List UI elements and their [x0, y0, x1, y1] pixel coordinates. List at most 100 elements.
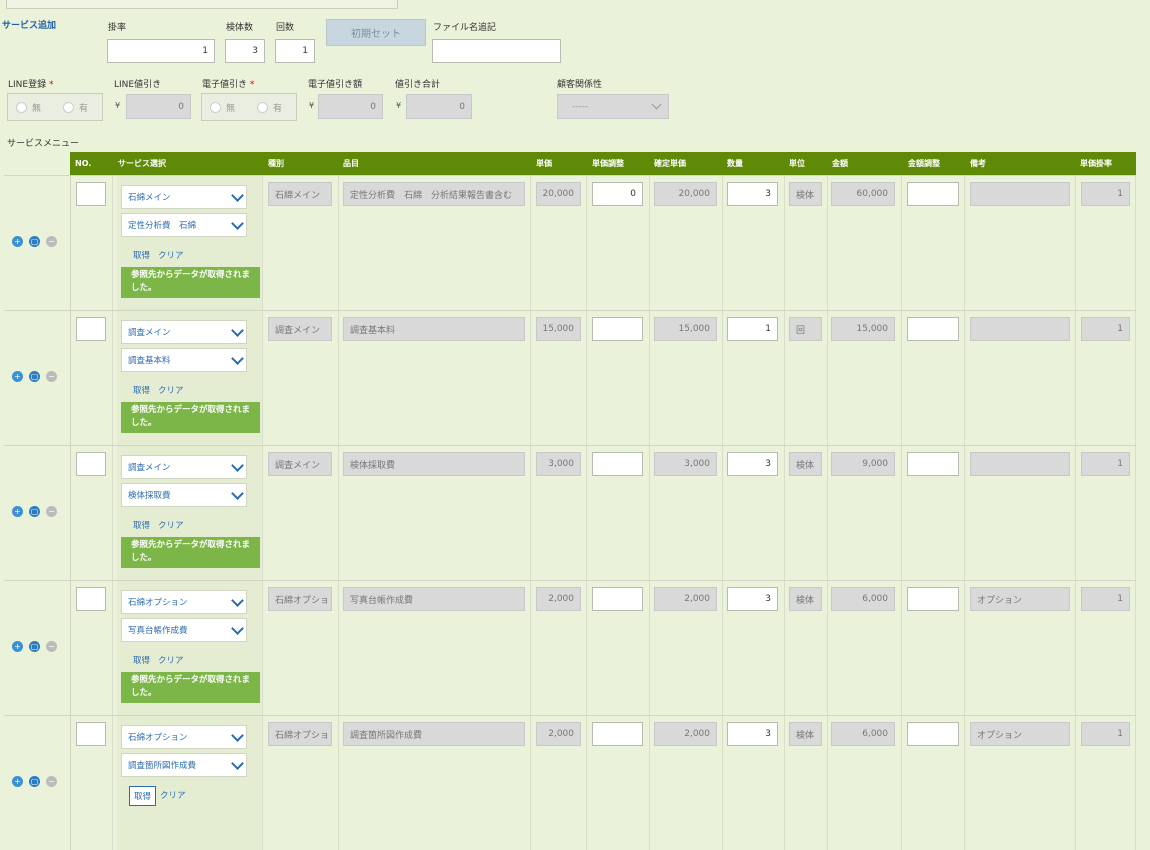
amount-adjust-input[interactable]	[907, 317, 959, 341]
service-category-select[interactable]: 調査メイン	[121, 320, 247, 344]
service-select-panel: 石綿オプション 写真台帳作成費 取得 クリア 参照先からデータが取得されました。	[117, 581, 262, 715]
row-no-input[interactable]	[76, 587, 106, 611]
kind-field: 石綿オプショ	[268, 587, 332, 611]
unit-field: 検体	[789, 722, 822, 746]
fetch-message: 参照先からデータが取得されました。	[121, 267, 260, 298]
remove-row-icon[interactable]: −	[46, 506, 57, 517]
e-amount-label: 電子値引き額	[308, 80, 363, 90]
qty-input[interactable]: 3	[727, 452, 778, 476]
get-link[interactable]: 取得	[129, 246, 154, 264]
rate-field: 1	[1081, 587, 1130, 611]
item-field: 検体採取費	[343, 452, 525, 476]
copy-row-icon[interactable]: ▢	[29, 641, 40, 652]
row-no-input[interactable]	[76, 722, 106, 746]
price-adjust-input[interactable]: 0	[592, 182, 643, 206]
remove-row-icon[interactable]: −	[46, 236, 57, 247]
init-set-button[interactable]: 初期セット	[326, 19, 426, 46]
times-input[interactable]: 1	[275, 39, 315, 63]
filename-input[interactable]	[432, 39, 561, 63]
row-controls: + ▢ −	[4, 176, 71, 310]
service-actions: 取得 クリア	[129, 516, 188, 534]
add-row-icon[interactable]: +	[12, 371, 23, 382]
get-link[interactable]: 取得	[129, 651, 154, 669]
unit-field: 検体	[789, 587, 822, 611]
service-category-select[interactable]: 石綿メイン	[121, 185, 247, 209]
chevron-down-icon	[231, 621, 244, 635]
clear-link[interactable]: クリア	[154, 381, 188, 399]
amount-adjust-input[interactable]	[907, 587, 959, 611]
final-price-field: 20,000	[654, 182, 717, 206]
service-item-select[interactable]: 検体採取費	[121, 483, 247, 507]
clear-link[interactable]: クリア	[154, 651, 188, 669]
remove-row-icon[interactable]: −	[46, 641, 57, 652]
service-category-select[interactable]: 調査メイン	[121, 455, 247, 479]
add-row-icon[interactable]: +	[12, 641, 23, 652]
samples-label: 検体数	[226, 23, 254, 33]
price-adjust-input[interactable]	[592, 452, 643, 476]
add-row-icon[interactable]: +	[12, 236, 23, 247]
e-radio-group: 無 有	[201, 93, 297, 121]
clear-link[interactable]: クリア	[154, 516, 188, 534]
qty-input[interactable]: 1	[727, 317, 778, 341]
amount-adjust-input[interactable]	[907, 722, 959, 746]
amount-adjust-input[interactable]	[907, 452, 959, 476]
price-adjust-input[interactable]	[592, 587, 643, 611]
amount-field: 6,000	[831, 722, 895, 746]
service-actions: 取得 クリア	[129, 786, 190, 806]
line-radio-none[interactable]: 無	[16, 101, 41, 114]
samples-input[interactable]: 3	[225, 39, 265, 63]
copy-row-icon[interactable]: ▢	[29, 506, 40, 517]
line-radio-yes[interactable]: 有	[63, 101, 88, 114]
rate-input[interactable]: 1	[107, 39, 215, 63]
service-menu-title: サービスメニュー	[7, 139, 80, 149]
e-radio-none[interactable]: 無	[210, 101, 235, 114]
col-service: サービス選択	[118, 159, 166, 168]
col-unit-price: 単価	[536, 159, 552, 168]
copy-row-icon[interactable]: ▢	[29, 236, 40, 247]
service-item-select[interactable]: 定性分析費 石綿	[121, 213, 247, 237]
service-item-select[interactable]: 調査基本料	[121, 348, 247, 372]
customer-select[interactable]: -----	[557, 94, 669, 119]
service-select-panel: 石綿オプション 調査箇所図作成費 取得 クリア	[117, 716, 262, 850]
price-adjust-input[interactable]	[592, 317, 643, 341]
table-row: + ▢ − 石綿オプション 写真台帳作成費 取得 クリア 参照先からデータが取得…	[4, 580, 1136, 715]
chevron-down-icon	[231, 188, 244, 202]
service-category-select[interactable]: 石綿オプション	[121, 725, 247, 749]
add-row-icon[interactable]: +	[12, 506, 23, 517]
kind-field: 石綿オプショ	[268, 722, 332, 746]
kind-field: 調査メイン	[268, 452, 332, 476]
remove-row-icon[interactable]: −	[46, 776, 57, 787]
add-row-icon[interactable]: +	[12, 776, 23, 787]
chevron-down-icon	[231, 486, 244, 500]
e-radio-yes[interactable]: 有	[257, 101, 282, 114]
qty-input[interactable]: 3	[727, 722, 778, 746]
item-field: 写真台帳作成費	[343, 587, 525, 611]
service-add-label: サービス追加	[2, 21, 57, 31]
clear-link[interactable]: クリア	[154, 246, 188, 264]
row-no-input[interactable]	[76, 317, 106, 341]
row-no-input[interactable]	[76, 182, 106, 206]
row-controls: + ▢ −	[4, 716, 71, 850]
filename-label: ファイル名追記	[433, 23, 497, 33]
copy-row-icon[interactable]: ▢	[29, 371, 40, 382]
copy-row-icon[interactable]: ▢	[29, 776, 40, 787]
row-no-input[interactable]	[76, 452, 106, 476]
col-rate: 単価掛率	[1080, 159, 1112, 168]
service-item-select[interactable]: 写真台帳作成費	[121, 618, 247, 642]
price-adjust-input[interactable]	[592, 722, 643, 746]
remove-row-icon[interactable]: −	[46, 371, 57, 382]
e-yen: ¥	[309, 101, 315, 110]
amount-adjust-input[interactable]	[907, 182, 959, 206]
clear-link[interactable]: クリア	[156, 786, 190, 806]
service-item-select[interactable]: 調査箇所図作成費	[121, 753, 247, 777]
get-link[interactable]: 取得	[129, 786, 157, 806]
service-category-select[interactable]: 石綿オプション	[121, 590, 247, 614]
qty-input[interactable]: 3	[727, 587, 778, 611]
service-actions: 取得 クリア	[129, 651, 188, 669]
qty-input[interactable]: 3	[727, 182, 778, 206]
col-final-price: 確定単価	[654, 159, 686, 168]
amount-field: 15,000	[831, 317, 895, 341]
get-link[interactable]: 取得	[129, 516, 154, 534]
line-discount-label: LINE値引き	[114, 80, 162, 90]
get-link[interactable]: 取得	[129, 381, 154, 399]
